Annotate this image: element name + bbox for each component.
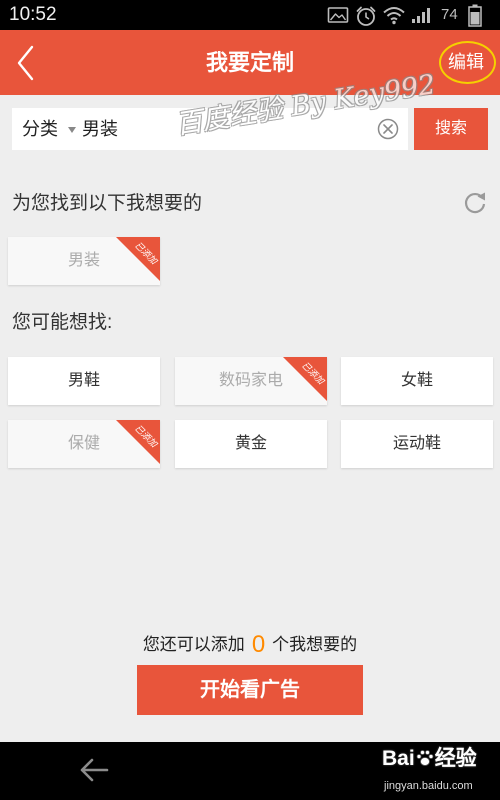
suggest-heading: 您可能想找:	[12, 312, 113, 333]
found-heading: 为您找到以下我想要的	[12, 193, 203, 214]
baidu-jingyan-logo: Bai 经验 jingyan.baidu.com	[382, 746, 494, 798]
remaining-suffix: 个我想要的	[272, 635, 358, 654]
search-bar: 分类 男装	[12, 108, 408, 150]
category-value[interactable]: 男装	[82, 108, 118, 150]
tag-card-suggest[interactable]: 数码家电 已添加	[175, 357, 327, 405]
search-button[interactable]: 搜索	[414, 108, 488, 150]
system-nav-bar: Bai 经验 jingyan.baidu.com	[0, 742, 500, 800]
remaining-prefix: 您还可以添加	[142, 635, 245, 654]
logo-brand-suffix: 经验	[434, 747, 477, 770]
tag-card-suggest[interactable]: 保健 已添加	[8, 420, 160, 468]
clear-circle-icon[interactable]	[377, 118, 399, 140]
image-icon	[327, 7, 349, 23]
signal-icon	[412, 8, 430, 23]
logo-brand-prefix: Bai	[382, 747, 415, 770]
paw-icon	[416, 750, 434, 766]
alarm-icon	[356, 6, 376, 26]
caret-down-icon[interactable]	[68, 127, 76, 133]
page-title: 我要定制	[205, 50, 294, 75]
logo-url: jingyan.baidu.com	[384, 780, 473, 792]
header-bar: 我要定制 编辑	[0, 30, 500, 95]
status-bar: 10:52 74	[0, 0, 500, 30]
tag-card-suggest[interactable]: 黄金	[175, 420, 327, 468]
tag-card-suggest[interactable]: 男鞋	[8, 357, 160, 405]
search-input[interactable]	[177, 112, 369, 146]
remaining-count: 0	[251, 631, 266, 658]
tag-card-label: 黄金	[234, 435, 267, 452]
logo-brand: Bai 经验	[382, 746, 477, 772]
category-label[interactable]: 分类	[22, 108, 58, 150]
chevron-left-icon[interactable]	[10, 44, 44, 82]
refresh-icon[interactable]	[462, 190, 488, 216]
tag-card-label: 运动鞋	[392, 435, 441, 452]
edit-button[interactable]: 编辑	[448, 50, 484, 74]
tag-card-label: 女鞋	[400, 372, 433, 389]
remaining-counter: 您还可以添加 0 个我想要的	[0, 630, 500, 660]
tag-card-label: 男鞋	[67, 372, 100, 389]
tag-card-suggest[interactable]: 运动鞋	[341, 420, 493, 468]
start-ads-button[interactable]: 开始看广告	[137, 665, 363, 715]
status-time: 10:52	[9, 4, 57, 25]
tag-card-found[interactable]: 男装 已添加	[8, 237, 160, 285]
battery-icon	[468, 4, 482, 27]
tag-card-suggest[interactable]: 女鞋	[341, 357, 493, 405]
battery-level: 74	[441, 6, 458, 23]
wifi-icon	[383, 7, 405, 25]
arrow-left-icon[interactable]	[78, 756, 110, 784]
